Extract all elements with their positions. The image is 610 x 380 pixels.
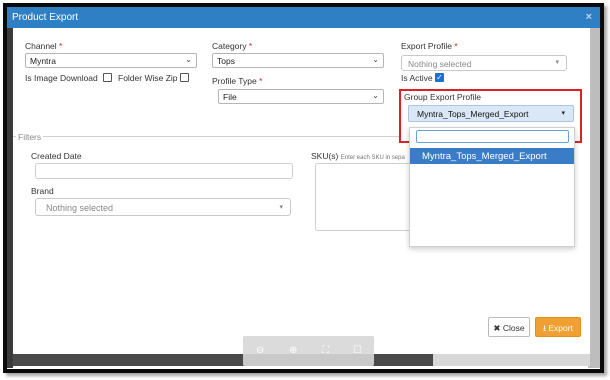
- is-image-download-checkbox[interactable]: [103, 73, 112, 82]
- export-profile-select[interactable]: Nothing selected ▾: [401, 55, 567, 71]
- close-icon[interactable]: ×: [586, 11, 592, 23]
- is-active-checkbox[interactable]: ✓: [435, 73, 444, 82]
- is-active-label: Is Active: [401, 73, 433, 83]
- dropdown-option[interactable]: Myntra_Tops_Merged_Export: [410, 148, 574, 164]
- channel-value: Myntra: [30, 56, 56, 66]
- caret-down-icon: ▾: [279, 204, 283, 211]
- zoom-in-icon[interactable]: ⊕: [289, 345, 297, 356]
- export-button[interactable]: ⭳ Export: [535, 317, 581, 337]
- filters-divider: [13, 136, 399, 137]
- group-export-profile-value: Myntra_Tops_Merged_Export: [417, 109, 529, 119]
- screenshot-frame: Product Export × Channel * Myntra ⌄ Is I…: [3, 3, 604, 373]
- sku-textarea[interactable]: [315, 163, 415, 231]
- backdrop-bottom-right: [433, 354, 590, 366]
- profile-type-value: File: [223, 92, 237, 102]
- category-value: Tops: [217, 56, 235, 66]
- caret-down-icon: ▾: [561, 110, 565, 117]
- group-export-profile-select[interactable]: Myntra_Tops_Merged_Export ▾: [408, 105, 574, 122]
- brand-select[interactable]: Nothing selected ▾: [35, 198, 291, 216]
- channel-label: Channel *: [25, 41, 63, 51]
- fullscreen-icon[interactable]: ☐: [353, 345, 362, 356]
- filters-legend: Filters: [16, 132, 44, 142]
- group-export-profile-dropdown: Myntra_Tops_Merged_Export: [409, 127, 575, 247]
- brand-value: Nothing selected: [46, 203, 114, 213]
- zoom-out-icon[interactable]: ⊖: [256, 345, 264, 356]
- channel-select[interactable]: Myntra ⌄: [25, 53, 197, 68]
- zoom-toolbar: ⊖ ⊕ ⛶ ☐: [243, 336, 374, 366]
- profile-type-select[interactable]: File ⌄: [218, 89, 384, 104]
- folder-wise-zip-label: Folder Wise Zip: [118, 73, 178, 83]
- modal-title: Product Export: [12, 12, 79, 23]
- export-profile-value: Nothing selected: [408, 59, 472, 69]
- category-label: Category *: [212, 41, 253, 51]
- close-button[interactable]: ✖ Close: [488, 317, 530, 337]
- sku-label: SKU(s) Enter each SKU in sepa: [311, 151, 405, 161]
- caret-down-icon: ▾: [555, 59, 559, 66]
- category-select[interactable]: Tops ⌄: [212, 53, 384, 68]
- is-image-download-label: Is Image Download: [25, 73, 98, 83]
- chevron-down-icon: ⌄: [372, 55, 379, 64]
- dropdown-search-input[interactable]: [416, 130, 569, 143]
- created-date-label: Created Date: [31, 151, 82, 161]
- brand-label: Brand: [31, 186, 54, 196]
- folder-wise-zip-checkbox[interactable]: [180, 73, 189, 82]
- fit-screen-icon[interactable]: ⛶: [322, 345, 329, 356]
- modal-title-bar: Product Export ×: [7, 7, 600, 28]
- created-date-input[interactable]: [35, 163, 293, 179]
- profile-type-label: Profile Type *: [212, 76, 263, 86]
- chevron-down-icon: ⌄: [372, 91, 379, 100]
- chevron-down-icon: ⌄: [185, 55, 192, 64]
- export-profile-label: Export Profile *: [401, 41, 458, 51]
